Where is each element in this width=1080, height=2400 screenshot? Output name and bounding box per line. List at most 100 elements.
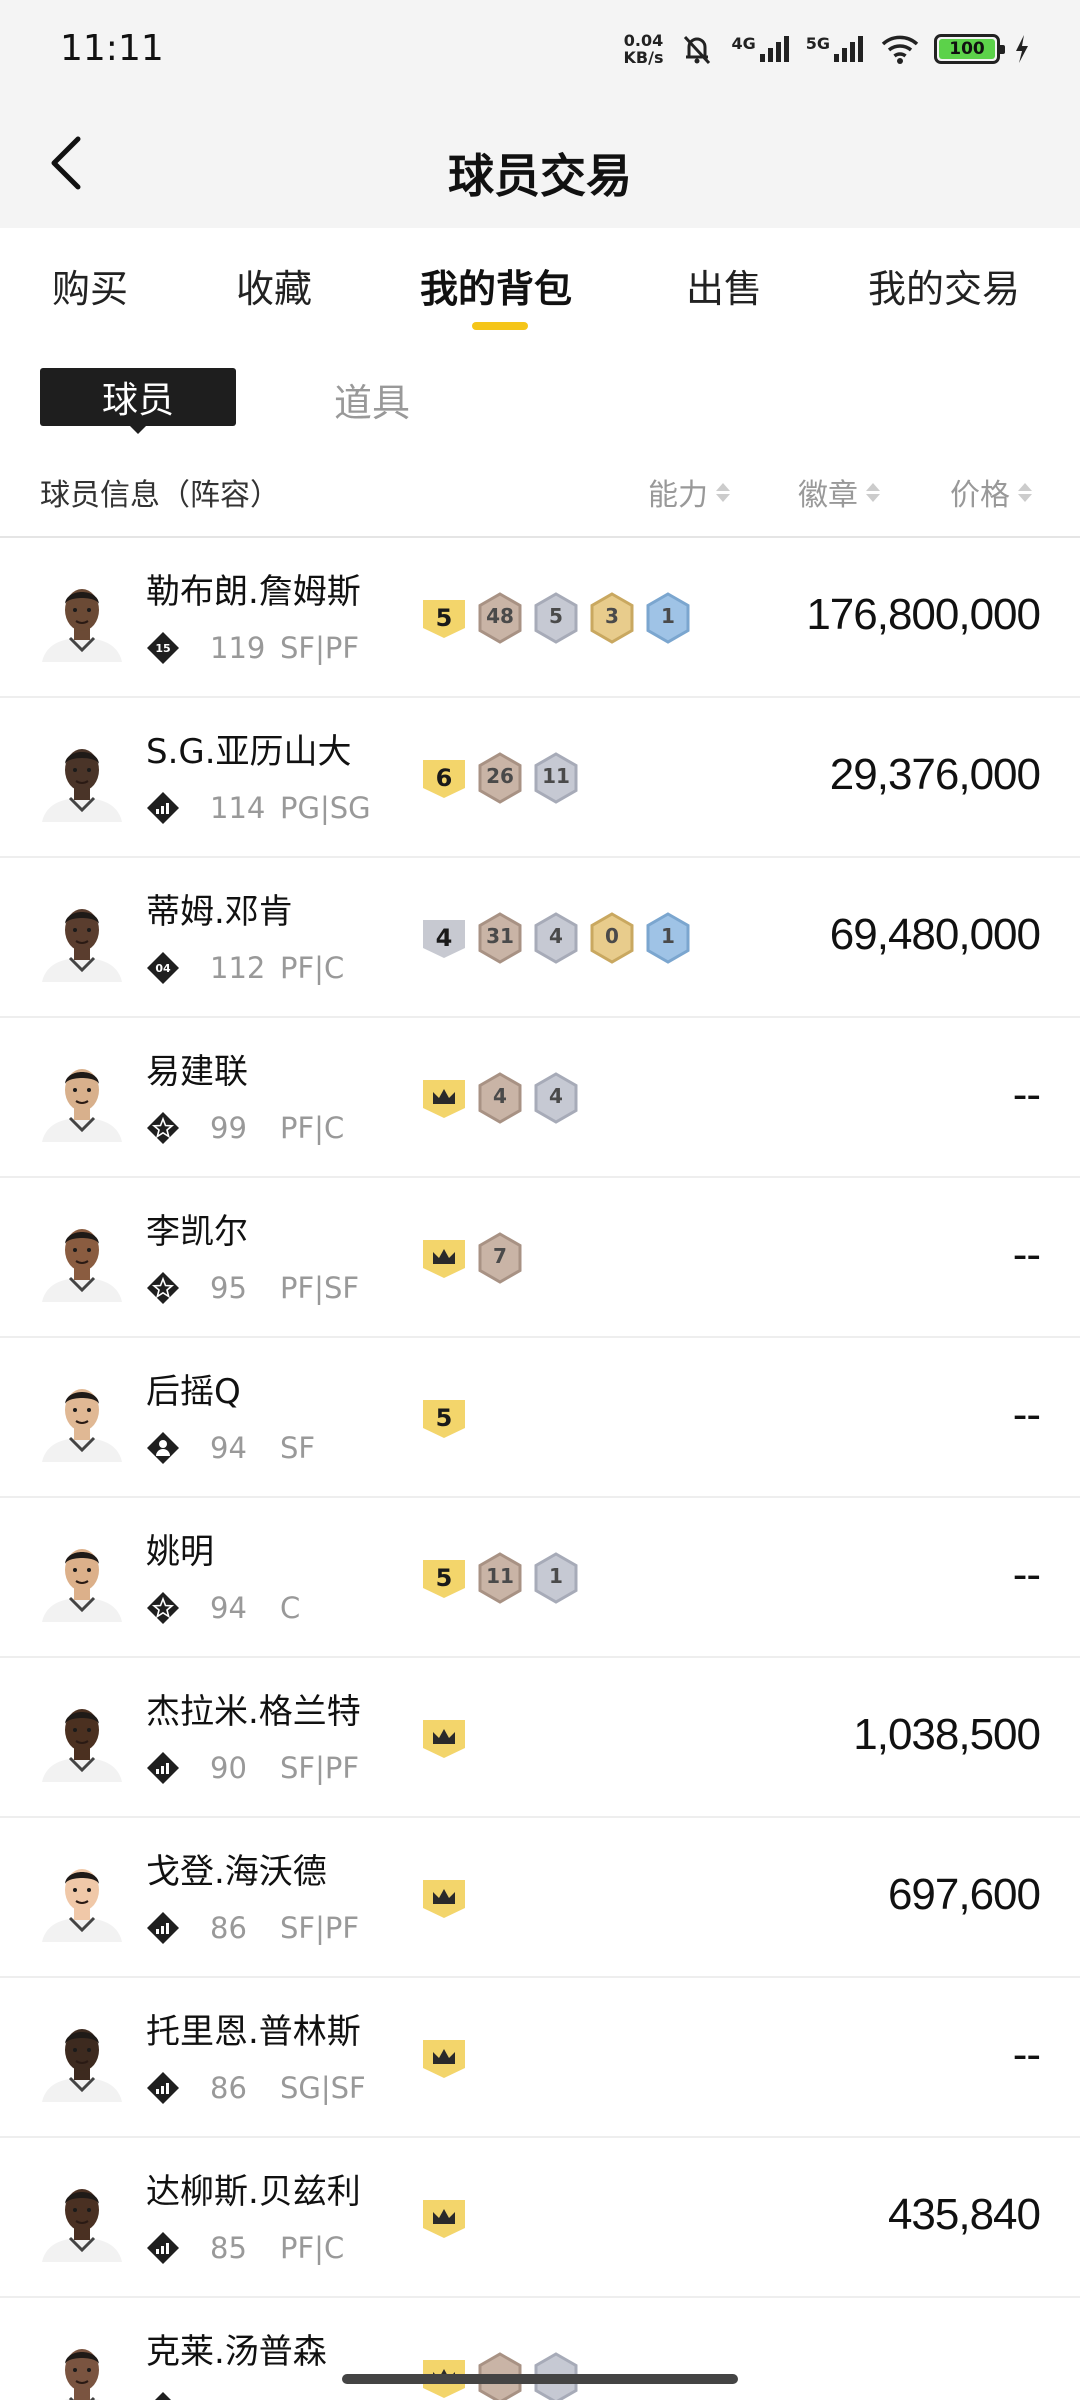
player-name: 克莱.汤普森 (146, 2332, 327, 2372)
crown-grade-badge-icon (420, 2032, 468, 2084)
person-tier-icon (146, 1431, 180, 1465)
column-player-info: 球员信息（阵容） (40, 478, 280, 513)
sort-arrows-icon (1018, 482, 1032, 502)
star-tier-icon (146, 1111, 180, 1145)
player-avatar (40, 574, 124, 662)
bronze-badge: 7 (476, 1232, 524, 1284)
player-name: 李凯尔 (146, 1212, 248, 1252)
player-meta: 94 C (146, 1588, 300, 1628)
player-ability: 112 (210, 951, 266, 985)
number-tier-icon: 04 (146, 951, 180, 985)
player-meta: 95 PF|SF (146, 1268, 359, 1308)
player-row[interactable]: 克莱.汤普森 (0, 2298, 1080, 2400)
player-row[interactable]: 李凯尔 95 PF|SF 7 -- (0, 1178, 1080, 1338)
player-position: SF|PF (280, 1751, 360, 1785)
player-name: 达柳斯.贝兹利 (146, 2172, 361, 2212)
player-meta: 85 PF|C (146, 2228, 344, 2268)
badge-value: 4 (549, 924, 563, 948)
tab-my-trades[interactable]: 我的交易 (868, 258, 1020, 313)
player-row[interactable]: 后摇Q 94 SF 5 -- (0, 1338, 1080, 1498)
player-name: 蒂姆.邓肯 (146, 892, 293, 932)
grade-badge: 5 (420, 592, 468, 644)
player-badges: 7 (420, 1232, 524, 1284)
badge-value: 26 (486, 764, 514, 788)
subtab-players[interactable]: 球员 (40, 368, 236, 426)
player-row[interactable]: 戈登.海沃德 86 SF|PF 697,600 (0, 1818, 1080, 1978)
player-name: 托里恩.普林斯 (146, 2012, 361, 2052)
player-badges: 5 (420, 1392, 468, 1444)
player-badges (420, 2032, 468, 2084)
player-position: PF|C (280, 1111, 345, 1145)
player-row[interactable]: 托里恩.普林斯 86 SG|SF -- (0, 1978, 1080, 2138)
grade-badge: 5 (420, 1552, 468, 1604)
player-position: SG|SF (280, 2071, 366, 2105)
grade-badge: 5 (420, 1392, 468, 1444)
badge-value: 4 (435, 924, 453, 952)
player-name: 易建联 (146, 1052, 248, 1092)
badge-value: 5 (435, 604, 453, 632)
subtab-pointer (128, 424, 148, 434)
blue-badge: 1 (644, 592, 692, 644)
sort-ability-button[interactable]: 能力 (648, 470, 730, 514)
column-price-label: 价格 (950, 478, 1010, 513)
badge-value: 3 (605, 604, 619, 628)
player-row[interactable]: 姚明 94 C 5 11 1 -- (0, 1498, 1080, 1658)
player-meta: 15 119 SF|PF (146, 628, 359, 668)
player-ability: 86 (210, 1911, 247, 1945)
player-row[interactable]: 勒布朗.詹姆斯 15 119 SF|PF 5 48 5 3 1 176,800,000 (0, 538, 1080, 698)
player-position: SF|PF (280, 631, 360, 665)
signal-bars-tier-icon (146, 2231, 180, 2265)
silver-badge: 4 (532, 1072, 580, 1124)
player-row[interactable]: S.G.亚历山大 114 PG|SG 6 26 11 29,376,000 (0, 698, 1080, 858)
player-ability: 94 (210, 1431, 247, 1465)
player-price: 1,038,500 (853, 1710, 1041, 1759)
player-avatar (40, 1054, 124, 1142)
header: 球员交易 (0, 100, 1080, 228)
charging-icon (1014, 34, 1030, 64)
player-avatar (40, 1214, 124, 1302)
silver-badge: 5 (532, 592, 580, 644)
bronze-badge: 31 (476, 912, 524, 964)
player-row[interactable]: 易建联 99 PF|C 4 4 -- (0, 1018, 1080, 1178)
tab-sell[interactable]: 出售 (686, 258, 762, 313)
player-name: 姚明 (146, 1532, 214, 1572)
player-position: SF (280, 1431, 316, 1465)
player-avatar (40, 1534, 124, 1622)
signal-5g-icon: 5G (806, 34, 866, 64)
sort-price-button[interactable]: 价格 (950, 470, 1032, 514)
player-price: 435,840 (887, 2190, 1041, 2239)
gold-badge: 3 (588, 592, 636, 644)
page-title: 球员交易 (448, 149, 632, 203)
crown-grade-badge-icon (420, 1232, 468, 1284)
player-price: 697,600 (887, 1870, 1041, 1919)
player-price: 176,800,000 (806, 590, 1041, 639)
badge-value: 5 (549, 604, 563, 628)
player-meta: 04 112 PF|C (146, 948, 344, 988)
player-ability: 119 (210, 631, 266, 665)
badge-value: 11 (542, 764, 570, 788)
silver-badge: 1 (532, 1552, 580, 1604)
player-row[interactable]: 杰拉米.格兰特 90 SF|PF 1,038,500 (0, 1658, 1080, 1818)
player-badges: 5 11 1 (420, 1552, 580, 1604)
badge-value: 5 (435, 1564, 453, 1592)
player-row[interactable]: 达柳斯.贝兹利 85 PF|C 435,840 (0, 2138, 1080, 2298)
crown-grade-badge-icon (420, 1872, 468, 1924)
signal-bars-tier-icon (146, 1751, 180, 1785)
tab-buy[interactable]: 购买 (52, 258, 128, 313)
player-avatar (40, 1374, 124, 1462)
silver-badge: 4 (532, 912, 580, 964)
bronze-badge: 26 (476, 752, 524, 804)
signal-5g-label: 5G (805, 34, 830, 53)
sort-arrows-icon (866, 482, 880, 502)
signal-4g-icon: 4G (731, 34, 791, 64)
tab-my-backpack[interactable]: 我的背包 (420, 258, 572, 313)
gold-badge: 0 (588, 912, 636, 964)
player-row[interactable]: 蒂姆.邓肯 04 112 PF|C 4 31 4 0 1 69,480,000 (0, 858, 1080, 1018)
player-meta: 90 SF|PF (146, 1748, 359, 1788)
home-indicator[interactable] (342, 2374, 738, 2384)
player-ability: 94 (210, 1591, 247, 1625)
tab-favorites[interactable]: 收藏 (236, 258, 312, 313)
subtab-items[interactable]: 道具 (334, 372, 410, 427)
crown-grade-badge-icon (420, 2192, 468, 2244)
sort-badge-button[interactable]: 徽章 (798, 470, 880, 514)
